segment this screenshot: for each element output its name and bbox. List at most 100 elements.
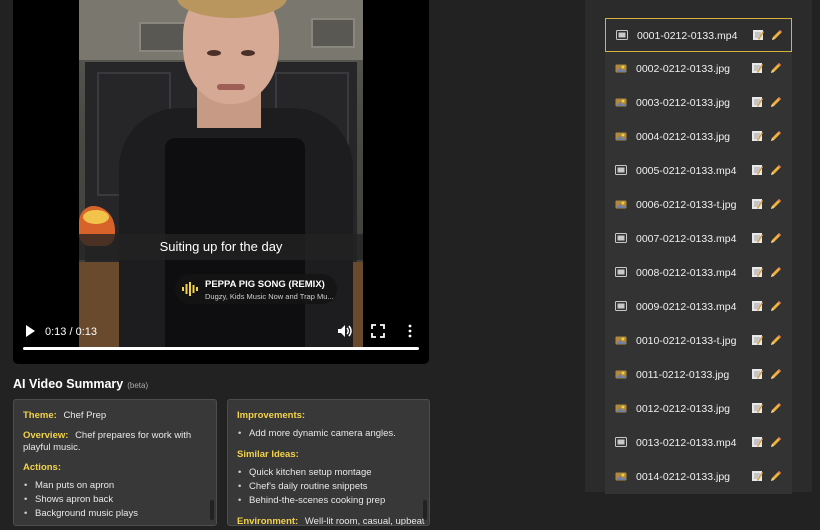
image-file-icon: [615, 335, 627, 345]
list-item: Background music plays: [23, 507, 208, 521]
pencil-icon[interactable]: [770, 130, 782, 142]
file-list-item[interactable]: 0013-0212-0133.mp4: [605, 426, 792, 460]
file-name: 0009-0212-0133.mp4: [636, 301, 737, 313]
image-file-icon: [615, 471, 627, 481]
pencil-icon[interactable]: [770, 232, 782, 244]
file-list-item[interactable]: 0011-0212-0133.jpg: [605, 358, 792, 392]
volume-icon[interactable]: [337, 324, 353, 338]
file-list-item[interactable]: 0004-0212-0133.jpg: [605, 120, 792, 154]
video-vent: [311, 18, 355, 48]
file-list-item[interactable]: 0007-0212-0133.mp4: [605, 222, 792, 256]
notes-edit-icon[interactable]: [751, 300, 763, 312]
notes-edit-icon[interactable]: [751, 198, 763, 210]
video-person-mouth: [217, 84, 245, 90]
file-name: 0012-0212-0133.jpg: [636, 403, 730, 415]
pencil-icon[interactable]: [770, 436, 782, 448]
file-list-item[interactable]: 0009-0212-0133.mp4: [605, 290, 792, 324]
file-list-item[interactable]: 0002-0212-0133.jpg: [605, 52, 792, 86]
overview-label: Overview:: [23, 430, 69, 441]
file-list-item[interactable]: 0008-0212-0133.mp4: [605, 256, 792, 290]
video-file-icon: [615, 233, 627, 243]
summary-card-right: Improvements: Add more dynamic camera an…: [227, 399, 430, 526]
file-name: 0013-0212-0133.mp4: [636, 437, 737, 449]
video-controls: 0:13 / 0:13: [13, 320, 429, 364]
notes-edit-icon[interactable]: [752, 29, 764, 41]
notes-edit-icon[interactable]: [751, 266, 763, 278]
file-name: 0006-0212-0133-t.jpg: [636, 199, 737, 211]
pencil-icon[interactable]: [770, 300, 782, 312]
file-list-item[interactable]: 0006-0212-0133-t.jpg: [605, 188, 792, 222]
pencil-icon[interactable]: [770, 470, 782, 482]
summary-card-left: Theme: Chef Prep Overview: Chef prepares…: [13, 399, 217, 526]
overview-row: Overview: Chef prepares for work with pl…: [23, 430, 208, 454]
notes-edit-icon[interactable]: [751, 96, 763, 108]
pencil-icon[interactable]: [770, 198, 782, 210]
list-item: Quick kitchen setup montage: [237, 466, 421, 480]
file-name: 0005-0212-0133.mp4: [636, 165, 737, 177]
pencil-icon[interactable]: [770, 368, 782, 380]
file-name: 0003-0212-0133.jpg: [636, 97, 730, 109]
pencil-icon[interactable]: [770, 62, 782, 74]
file-list-item[interactable]: 0005-0212-0133.mp4: [605, 154, 792, 188]
file-name: 0010-0212-0133-t.jpg: [636, 335, 737, 347]
fullscreen-icon[interactable]: [371, 324, 385, 338]
more-options-icon[interactable]: [405, 324, 415, 338]
list-item: Behind-the-scenes cooking prep: [237, 494, 421, 508]
theme-value: Chef Prep: [63, 410, 107, 421]
music-title: PEPPA PIG SONG (REMIX): [205, 279, 325, 290]
environment-row: Environment: Well-lit room, casual, upbe…: [237, 516, 425, 526]
list-item: Add more dynamic camera angles.: [237, 427, 421, 441]
pencil-icon[interactable]: [771, 29, 783, 41]
notes-edit-icon[interactable]: [751, 334, 763, 346]
pencil-icon[interactable]: [770, 164, 782, 176]
file-name: 0014-0212-0133.jpg: [636, 471, 730, 483]
music-artist: Dugzy, Kids Music Now and Trap Mu...: [205, 292, 334, 301]
image-file-icon: [615, 63, 627, 73]
video-person-eye: [207, 50, 221, 56]
image-file-icon: [615, 369, 627, 379]
file-list-item[interactable]: 0001-0212-0133.mp4: [605, 18, 792, 52]
summary-title: AI Video Summary (beta): [13, 377, 148, 391]
audio-wave-icon: [182, 282, 198, 296]
file-name: 0002-0212-0133.jpg: [636, 63, 730, 75]
play-icon[interactable]: [23, 324, 37, 338]
notes-edit-icon[interactable]: [751, 164, 763, 176]
actions-list: Man puts on apron Shows apron back Backg…: [23, 479, 208, 521]
notes-edit-icon[interactable]: [751, 470, 763, 482]
file-name: 0011-0212-0133.jpg: [636, 369, 730, 381]
pencil-icon[interactable]: [770, 266, 782, 278]
notes-edit-icon[interactable]: [751, 130, 763, 142]
image-file-icon: [615, 131, 627, 141]
file-list: 0001-0212-0133.mp4 0002-0212-0133.jpg 0003…: [605, 18, 792, 494]
similar-ideas-list: Quick kitchen setup montage Chef's daily…: [237, 466, 421, 508]
file-name: 0001-0212-0133.mp4: [637, 30, 738, 42]
file-list-item[interactable]: 0010-0212-0133-t.jpg: [605, 324, 792, 358]
theme-row: Theme: Chef Prep: [23, 410, 208, 422]
notes-edit-icon[interactable]: [751, 62, 763, 74]
scrollbar[interactable]: [210, 500, 214, 520]
actions-label: Actions:: [23, 462, 61, 473]
file-list-item[interactable]: 0014-0212-0133.jpg: [605, 460, 792, 494]
file-list-item[interactable]: 0003-0212-0133.jpg: [605, 86, 792, 120]
list-item: Man puts on apron: [23, 479, 208, 493]
video-progress-bar[interactable]: [23, 347, 419, 350]
video-file-icon: [615, 437, 627, 447]
pencil-icon[interactable]: [770, 96, 782, 108]
environment-label: Environment:: [237, 516, 299, 526]
list-item: Chef's daily routine snippets: [237, 480, 421, 494]
notes-edit-icon[interactable]: [751, 436, 763, 448]
notes-edit-icon[interactable]: [751, 232, 763, 244]
image-file-icon: [615, 199, 627, 209]
scrollbar[interactable]: [423, 500, 427, 520]
music-sticker: PEPPA PIG SONG (REMIX) Dugzy, Kids Music…: [175, 274, 337, 304]
file-list-item[interactable]: 0012-0212-0133.jpg: [605, 392, 792, 426]
notes-edit-icon[interactable]: [751, 402, 763, 414]
similar-ideas-label: Similar Ideas:: [237, 449, 299, 460]
improvements-label: Improvements:: [237, 410, 306, 421]
pencil-icon[interactable]: [770, 334, 782, 346]
video-player[interactable]: Suiting up for the day PEPPA PIG SONG (R…: [13, 0, 429, 364]
summary-title-text: AI Video Summary: [13, 377, 124, 391]
improvements-list: Add more dynamic camera angles.: [237, 427, 421, 441]
notes-edit-icon[interactable]: [751, 368, 763, 380]
pencil-icon[interactable]: [770, 402, 782, 414]
